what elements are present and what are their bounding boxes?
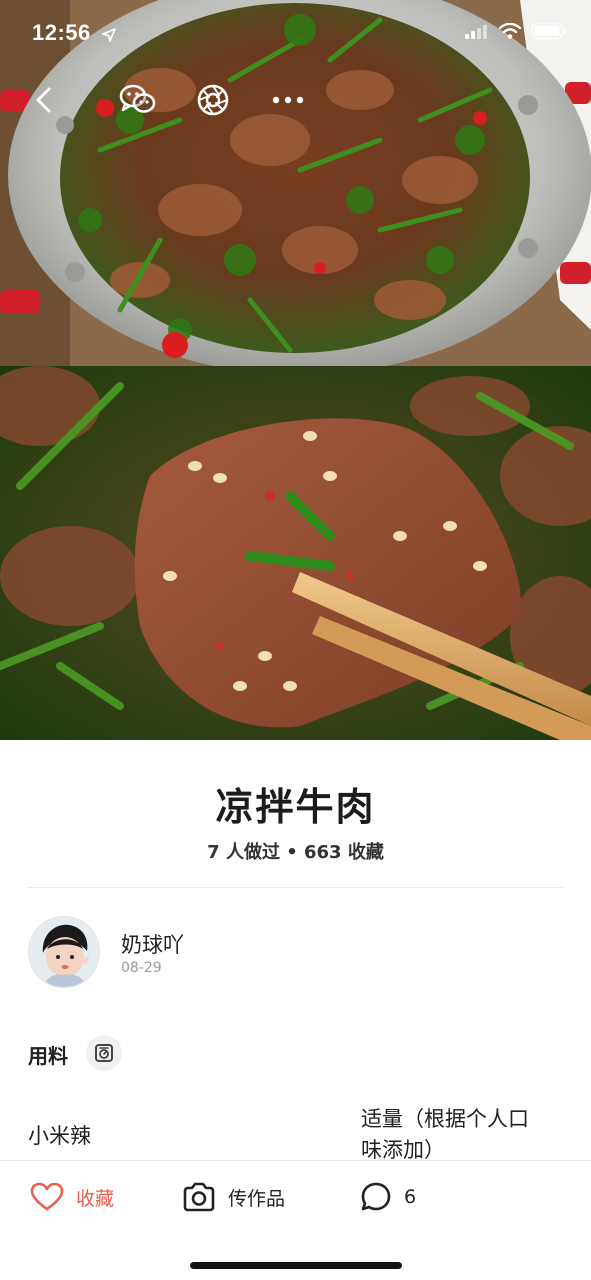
heart-icon: [30, 1182, 64, 1211]
scale-button[interactable]: [86, 1035, 122, 1071]
recipe-photo-closeup[interactable]: [0, 366, 591, 740]
moments-icon: [197, 84, 229, 116]
scale-icon: [95, 1044, 113, 1062]
upload-work-button[interactable]: 传作品: [182, 1179, 285, 1215]
signal-icon: [465, 25, 487, 39]
ingredient-amount-line: 适量（根据个人口: [361, 1107, 529, 1131]
recipe-stats: 7 人做过 • 663 收藏: [207, 842, 384, 863]
upload-work-label: 传作品: [228, 1187, 286, 1210]
status-time: 12:56: [32, 20, 91, 45]
more-button[interactable]: [268, 80, 308, 120]
comments-button[interactable]: 6: [360, 1179, 416, 1215]
favorite-label: 收藏: [76, 1187, 115, 1210]
back-button[interactable]: [24, 80, 64, 120]
closeup-photo-image: [0, 366, 591, 740]
status-bar: 12:56: [0, 0, 591, 70]
ingredients-heading: 用料: [28, 1044, 68, 1068]
camera-icon: [183, 1182, 215, 1212]
recipe-title: 凉拌牛肉: [215, 785, 376, 829]
more-icon: [272, 96, 304, 104]
back-icon: [36, 87, 51, 113]
comment-count: 6: [404, 1186, 417, 1208]
ingredient-name: 小米辣: [28, 1124, 91, 1148]
ingredient-amount: 适量（根据个人口 味添加）: [361, 1104, 561, 1166]
wechat-icon: [119, 84, 156, 113]
comment-icon: [361, 1182, 391, 1211]
favorite-button[interactable]: 收藏: [30, 1179, 114, 1215]
author-name[interactable]: 奶球吖: [121, 929, 184, 959]
location-arrow-icon: [102, 28, 116, 42]
share-moments-button[interactable]: [193, 80, 233, 120]
bottom-action-bar: 收藏 传作品 6: [0, 1160, 591, 1280]
author-avatar[interactable]: [28, 916, 100, 988]
divider: [28, 887, 563, 888]
share-wechat-button[interactable]: [118, 80, 158, 120]
battery-icon: [531, 22, 566, 40]
author-date: 08-29: [121, 960, 162, 976]
status-icons: [465, 22, 567, 40]
wifi-icon: [499, 23, 521, 39]
avatar-image: [29, 917, 99, 987]
home-indicator: [190, 1262, 402, 1269]
